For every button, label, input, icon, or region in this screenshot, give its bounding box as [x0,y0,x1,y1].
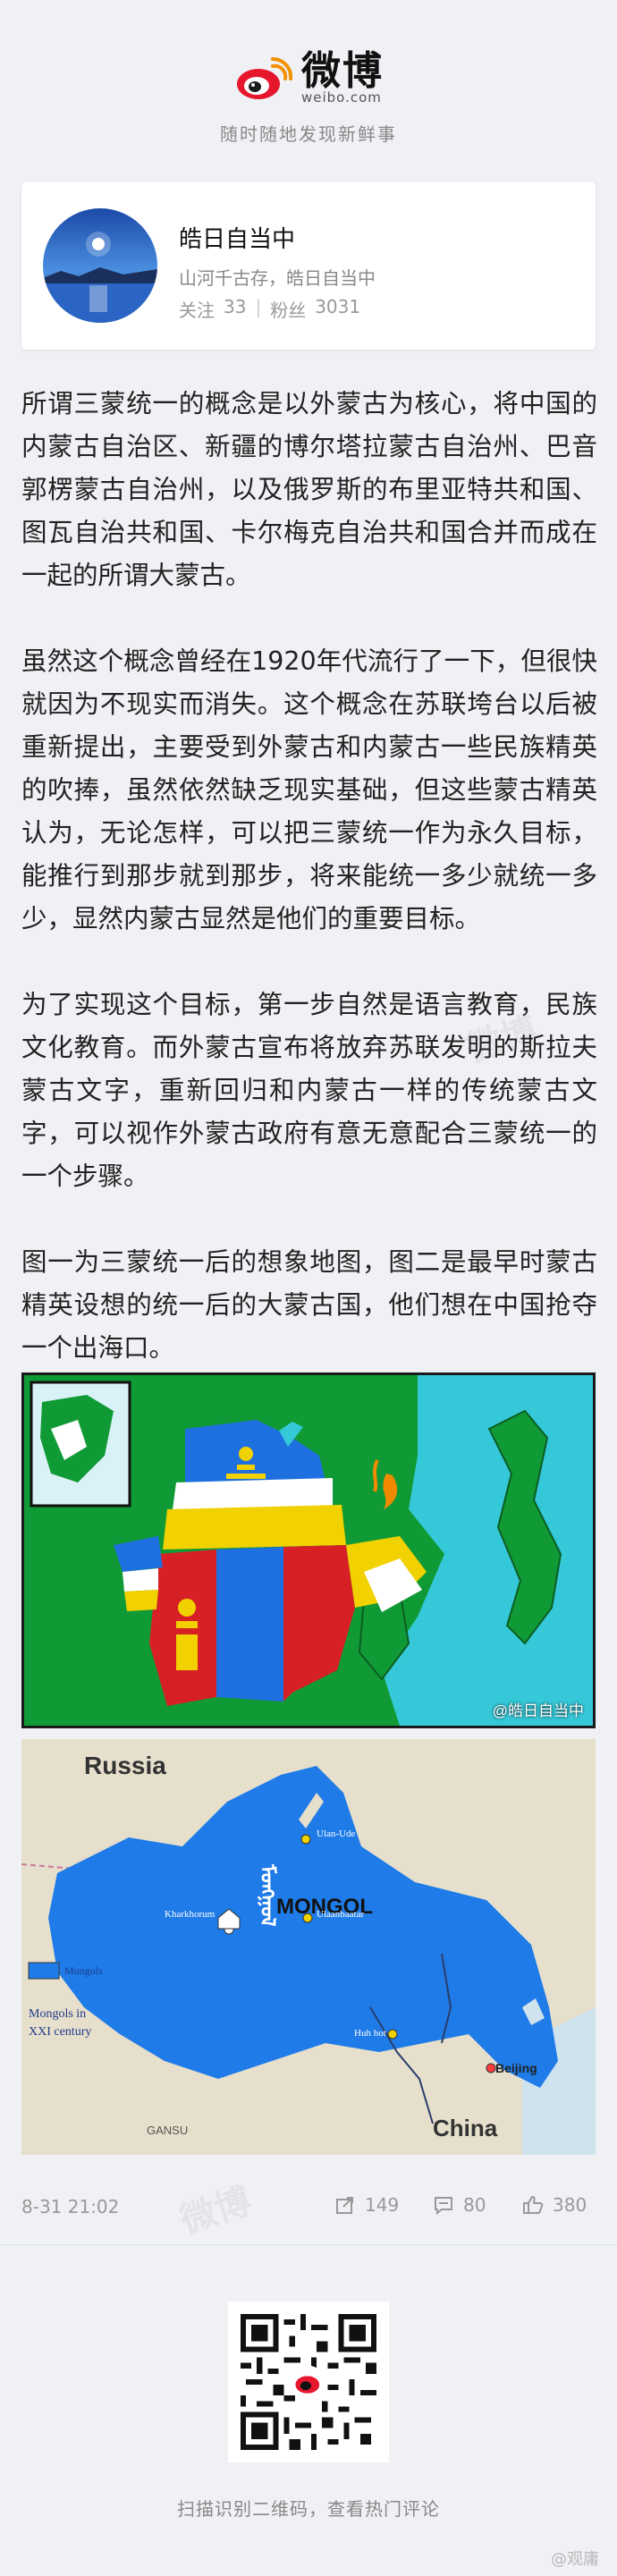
comment-count: 80 [463,2194,486,2216]
article-paragraph: 图一为三蒙统一后的想象地图，图二是最早时蒙古精英设想的统一后的大蒙古国，他们想在… [21,1247,597,1363]
brand-header: 微博 weibo.com 随时随地发现新鲜事 [0,52,617,146]
thumbs-up-icon [523,2196,544,2214]
map-watermark: @皓日自当中 [492,1702,584,1719]
article-paragraph: 虽然这个概念曾经在1920年代流行了一下，但很快就因为不现实而消失。这个概念在苏… [21,646,597,933]
article-paragraph: 所谓三蒙统一的概念是以外蒙古为核心，将中国的内蒙古自治区、新疆的博尔塔拉蒙古自治… [21,389,597,590]
post-time: 8-31 21:02 [21,2196,120,2217]
like-count: 380 [553,2194,587,2216]
article-body: 所谓三蒙统一的概念是以外蒙古为核心，将中国的内蒙古自治区、新疆的博尔塔拉蒙古自治… [21,383,597,1413]
author-name[interactable]: 皓日自当中 [179,221,295,254]
post-meta: 8-31 21:02 149 80 380 [21,2189,596,2225]
share-count: 149 [365,2194,400,2216]
brand-slogan: 随时随地发现新鲜事 [220,123,397,145]
article-paragraph: 为了实现这个目标，第一步自然是语言教育，民族文化教育。而外蒙古宣布将放弃苏联发明… [21,990,597,1191]
svg-text:ᠮᠣᠩᠭᠣᠯ: ᠮᠣᠩᠭᠣᠯ [256,1863,278,1927]
weibo-logo-icon [237,56,292,99]
map-label-ulan-ude: Ulan-Ude [317,1829,356,1839]
greater-mongolia-map-image[interactable]: ᠮᠣᠩᠭᠣᠯ Russia MONGOL Ulan-Ude Ulaanbaata… [21,1739,596,2155]
map-label-kharkhorum: Kharkhorum [165,1909,216,1920]
brand-name: 微博 [301,48,384,94]
unified-mongolia-flag-map-image[interactable]: @皓日自当中 [21,1372,596,1728]
fans-count: 3031 [315,296,361,317]
follow-label: 关注 [179,300,215,321]
avatar-moon-lake-image [43,208,157,323]
comment-button[interactable]: 80 [433,2194,486,2216]
author-stats: 关注 33 | 粉丝 3031 [179,296,360,322]
map-caption-line-2: XXI century [29,2025,92,2039]
map-label-russia: Russia [84,1752,166,1779]
stats-divider: | [255,296,262,317]
fans-label: 粉丝 [270,300,307,321]
author-card[interactable]: 皓日自当中 山河千古存，皓日自当中 关注 33 | 粉丝 3031 [21,182,596,350]
qr-hint-text: 扫描识别二维码，查看热门评论 [177,2498,440,2520]
share-icon [336,2197,353,2214]
follow-count: 33 [224,296,247,317]
map-label-huh-hot: Huh hot [354,2028,386,2039]
comment-icon [435,2197,452,2216]
like-button[interactable]: 380 [522,2194,587,2216]
brand-domain: weibo.com [301,89,382,106]
qr-code[interactable] [228,2302,389,2462]
share-button[interactable]: 149 [334,2194,399,2216]
corner-watermark: @观庸 [551,2550,599,2569]
avatar[interactable] [43,208,157,323]
map-legend-label: Mongols [64,1964,103,1977]
map-label-china: China [433,2115,498,2141]
map-label-gansu: GANSU [147,2124,189,2137]
map-label-ulaanbaatar: Ulaanbaatar [317,1909,365,1920]
section-divider [0,2244,617,2245]
qr-code-image [241,2314,376,2450]
author-bio: 山河千古存，皓日自当中 [179,267,376,289]
map-caption-line-1: Mongols in [29,2007,87,2021]
map-label-beijing: Beijing [495,2061,537,2075]
